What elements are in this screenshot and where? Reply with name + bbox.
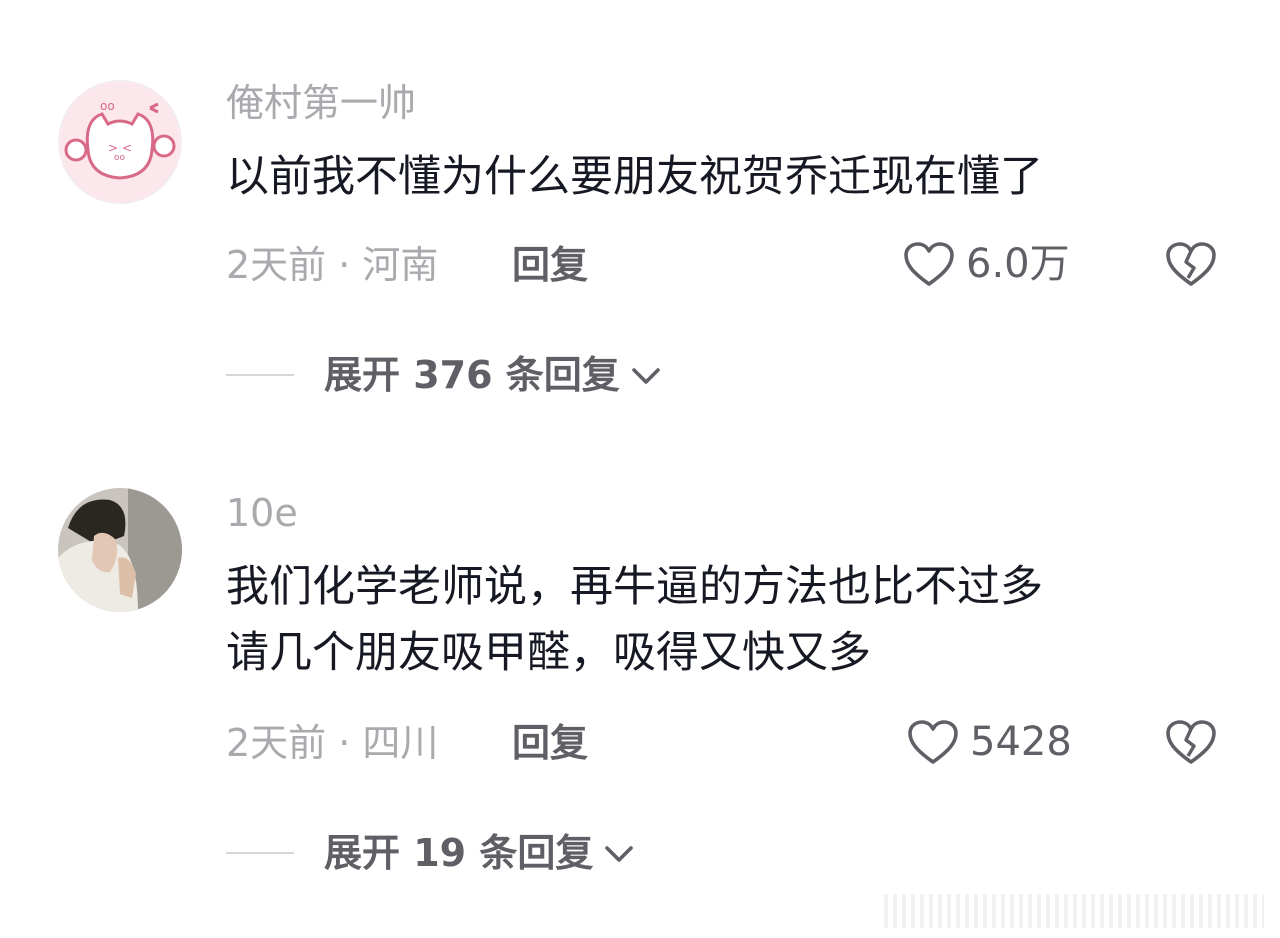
heart-outline-icon	[908, 720, 958, 764]
avatar[interactable]	[58, 488, 182, 612]
cat-avatar-icon: > < oo oo	[58, 80, 182, 204]
watermark	[884, 894, 1264, 928]
dislike-button[interactable]	[1164, 716, 1218, 768]
broken-heart-icon	[1166, 720, 1216, 764]
like-count: 5428	[970, 719, 1072, 765]
divider	[226, 374, 294, 376]
svg-text:oo: oo	[114, 153, 126, 163]
username[interactable]: 10e	[226, 494, 298, 532]
like-count: 6.0万	[966, 241, 1070, 287]
username[interactable]: 俺村第一帅	[226, 84, 416, 122]
expand-replies-button[interactable]: 展开 19 条回复	[226, 834, 637, 872]
expand-replies-button[interactable]: 展开 376 条回复	[226, 356, 664, 394]
heart-outline-icon	[904, 242, 954, 286]
divider	[226, 852, 294, 854]
expand-replies-label: 展开 19 条回复	[324, 831, 594, 875]
dislike-button[interactable]	[1164, 238, 1218, 290]
svg-text:oo: oo	[100, 99, 115, 113]
like-button[interactable]: 5428	[906, 718, 1072, 766]
chevron-down-icon	[605, 846, 634, 862]
avatar[interactable]: > < oo oo	[58, 80, 182, 204]
comment-text-line: 以前我不懂为什么要朋友祝贺乔迁现在懂了	[226, 152, 1043, 202]
comment-text: 以前我不懂为什么要朋友祝贺乔迁现在懂了	[226, 144, 1236, 210]
expand-replies-label: 展开 376 条回复	[324, 353, 620, 397]
reply-button[interactable]: 回复	[512, 724, 588, 762]
broken-heart-icon	[1166, 242, 1216, 286]
comment-text: 我们化学老师说，再牛逼的方法也比不过多 请几个朋友吸甲醛，吸得又快又多	[226, 554, 1236, 686]
comment-text-line: 请几个朋友吸甲醛，吸得又快又多	[226, 628, 871, 678]
photo-avatar-icon	[58, 488, 182, 612]
comment-meta: 2天前 · 四川	[226, 721, 439, 765]
reply-button[interactable]: 回复	[512, 246, 588, 284]
comment-meta: 2天前 · 河南	[226, 243, 439, 287]
comment-text-line: 我们化学老师说，再牛逼的方法也比不过多	[226, 562, 1043, 612]
chevron-down-icon	[631, 368, 660, 384]
like-button[interactable]: 6.0万	[902, 240, 1070, 288]
